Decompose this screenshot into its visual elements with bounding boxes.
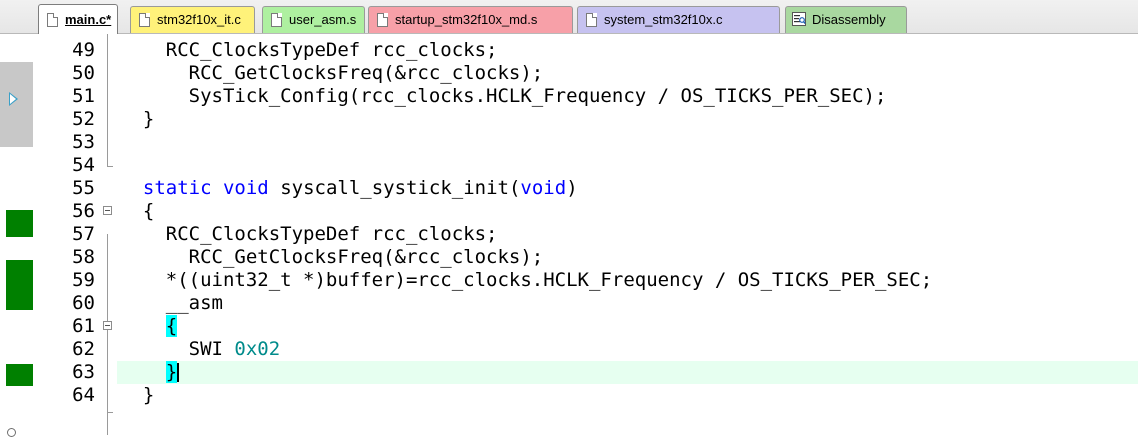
tab-label: system_stm32f10x.c xyxy=(604,12,723,27)
code-text[interactable]: static void syscall_systick_init(void) xyxy=(120,177,578,200)
editor-tab-bar: main.c* stm32f10x_it.c user_asm.s startu… xyxy=(0,0,1138,34)
code-line[interactable]: 50 RCC_GetClocksFreq(&rcc_clocks); xyxy=(0,62,1138,85)
code-text[interactable]: { xyxy=(120,315,178,338)
current-line-highlight xyxy=(117,361,1138,384)
code-text[interactable]: RCC_ClocksTypeDef rcc_clocks; xyxy=(120,39,498,62)
code-line[interactable]: 51 SysTick_Config(rcc_clocks.HCLK_Freque… xyxy=(0,85,1138,108)
line-number: 52 xyxy=(72,108,95,130)
tab-label: Disassembly xyxy=(812,12,886,27)
line-number: 49 xyxy=(72,39,95,61)
code-text[interactable]: __asm xyxy=(120,292,223,315)
line-number: 50 xyxy=(72,62,95,84)
code-line[interactable]: 52 } xyxy=(0,108,1138,131)
file-icon xyxy=(377,13,388,27)
code-text[interactable]: *((uint32_t *)buffer)=rcc_clocks.HCLK_Fr… xyxy=(120,269,932,292)
keyword: void xyxy=(520,177,567,199)
code-text[interactable]: { xyxy=(120,200,154,223)
code-line[interactable]: 62 SWI 0x02 xyxy=(0,338,1138,361)
code-text[interactable]: } xyxy=(120,361,178,384)
tab-stm32f10x-it-c[interactable]: stm32f10x_it.c xyxy=(130,6,255,33)
code-text[interactable]: RCC_ClocksTypeDef rcc_clocks; xyxy=(120,223,498,246)
line-number: 51 xyxy=(72,85,95,107)
numeric-literal: 0x02 xyxy=(234,338,281,360)
tab-label: main.c* xyxy=(65,12,112,27)
line-number: 53 xyxy=(72,131,95,153)
code-text[interactable]: } xyxy=(120,384,154,407)
line-number: 62 xyxy=(72,338,95,360)
line-number: 60 xyxy=(72,292,95,314)
code-line[interactable]: 56 { xyxy=(0,200,1138,223)
fold-guide-end xyxy=(107,412,113,413)
tab-user-asm-s[interactable]: user_asm.s xyxy=(262,6,365,33)
code-text[interactable]: } xyxy=(120,108,154,131)
tab-startup-stm32f10x-md-s[interactable]: startup_stm32f10x_md.s xyxy=(368,6,573,33)
keyword: void xyxy=(222,177,269,199)
code-line[interactable]: 59 *((uint32_t *)buffer)=rcc_clocks.HCLK… xyxy=(0,269,1138,292)
text-caret xyxy=(177,363,179,382)
fold-collapse-icon[interactable] xyxy=(103,206,112,215)
code-text[interactable]: SysTick_Config(rcc_clocks.HCLK_Frequency… xyxy=(120,85,887,108)
file-icon xyxy=(47,13,58,27)
line-number: 63 xyxy=(72,361,95,383)
line-number: 59 xyxy=(72,269,95,291)
code-text[interactable]: RCC_GetClocksFreq(&rcc_clocks); xyxy=(120,62,544,85)
matching-brace: } xyxy=(165,361,178,383)
line-number: 56 xyxy=(72,200,95,222)
line-number: 58 xyxy=(72,246,95,268)
line-number: 64 xyxy=(72,384,95,406)
paren: ) xyxy=(566,177,578,199)
tab-system-stm32f10x-c[interactable]: system_stm32f10x.c xyxy=(577,6,780,33)
file-icon xyxy=(586,13,597,27)
line-number: 61 xyxy=(72,315,95,337)
code-line[interactable]: 54 xyxy=(0,154,1138,177)
function-signature: syscall_systick_init( xyxy=(268,177,521,199)
code-editor[interactable]: 49 RCC_ClocksTypeDef rcc_clocks; 50 RCC_… xyxy=(0,34,1138,437)
code-line[interactable]: 64 } xyxy=(0,384,1138,407)
disassembly-icon xyxy=(792,12,806,26)
fold-collapse-icon[interactable] xyxy=(103,321,112,330)
code-line[interactable]: 53 xyxy=(0,131,1138,154)
line-number: 55 xyxy=(72,177,95,199)
code-line[interactable]: 55 static void syscall_systick_init(void… xyxy=(0,177,1138,200)
tab-disassembly[interactable]: Disassembly xyxy=(785,6,907,33)
tab-label: user_asm.s xyxy=(289,12,357,27)
file-icon xyxy=(271,13,282,27)
code-line[interactable]: 57 RCC_ClocksTypeDef rcc_clocks; xyxy=(0,223,1138,246)
code-line[interactable]: 49 RCC_ClocksTypeDef rcc_clocks; xyxy=(0,39,1138,62)
keyword: static xyxy=(142,177,212,199)
line-number: 57 xyxy=(72,223,95,245)
file-icon xyxy=(139,13,150,27)
line-number: 54 xyxy=(72,154,95,176)
asm-instruction: SWI xyxy=(188,338,223,360)
tab-main-c[interactable]: main.c* xyxy=(38,4,118,34)
tab-label: stm32f10x_it.c xyxy=(157,12,241,27)
matching-brace: { xyxy=(165,315,178,337)
code-line[interactable]: 61 { xyxy=(0,315,1138,338)
tab-label: startup_stm32f10x_md.s xyxy=(395,12,538,27)
code-line[interactable]: 58 RCC_GetClocksFreq(&rcc_clocks); xyxy=(0,246,1138,269)
code-text[interactable]: RCC_GetClocksFreq(&rcc_clocks); xyxy=(120,246,544,269)
code-line-current[interactable]: 63 } xyxy=(0,361,1138,384)
code-text[interactable]: SWI 0x02 xyxy=(120,338,281,361)
code-line[interactable]: 60 __asm xyxy=(0,292,1138,315)
